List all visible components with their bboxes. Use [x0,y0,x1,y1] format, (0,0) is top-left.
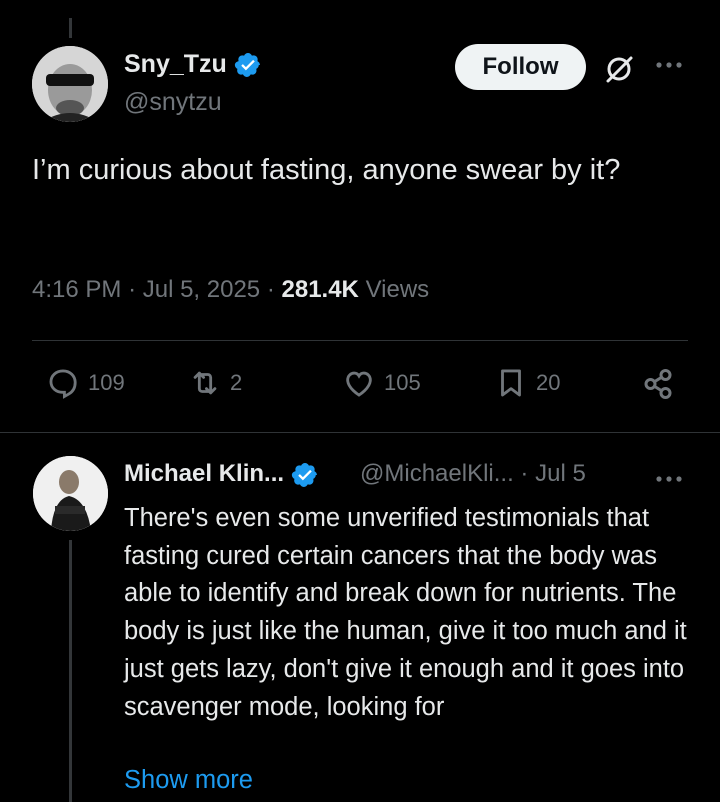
author-avatar[interactable] [32,46,108,122]
like-icon [346,371,372,397]
thread-connector-line [69,540,72,802]
reply-count: 109 [88,370,125,395]
like-button[interactable]: 105 [342,366,421,400]
repost-button[interactable]: 2 [188,366,242,400]
tweet-time[interactable]: 4:16 PM [32,276,121,303]
tweet-text: I’m curious about fasting, anyone swear … [32,154,621,186]
divider [32,340,688,341]
show-more-link[interactable]: Show more [124,766,253,795]
bookmark-icon [501,369,521,397]
repost-count: 2 [230,370,243,395]
reply-text: There's even some unverified testimonial… [124,504,687,721]
thread-connector-line [69,18,72,38]
divider [0,432,720,433]
reply-author-avatar[interactable] [33,456,108,531]
reply-button[interactable]: 109 [46,366,125,400]
share-icon [644,369,672,399]
reply-icon [49,369,77,399]
follow-button[interactable]: Follow [455,44,586,90]
bookmark-count: 20 [536,370,561,395]
grok-icon[interactable] [604,54,634,84]
reply-author-name[interactable]: Michael Klin... [124,460,319,489]
share-button[interactable] [640,366,676,402]
repost-icon [193,371,217,395]
reply-date[interactable]: Jul 5 [535,460,586,487]
views-label: Views [365,276,430,303]
reply-author-handle[interactable]: @MichaelKli... · Jul 5 [360,460,586,488]
author-handle[interactable]: @snytzu [124,88,222,117]
tweet-meta: 4:16 PM · Jul 5, 2025 · 281.4K Views [32,276,430,303]
verified-badge-icon [291,462,317,487]
author-name[interactable]: Sny_Tzu [124,50,262,79]
like-count: 105 [384,370,421,395]
more-icon[interactable] [654,60,684,70]
views-count: 281.4K [281,276,359,303]
tweet-date[interactable]: Jul 5, 2025 [143,276,260,303]
more-icon[interactable] [654,474,684,484]
verified-badge-icon [234,53,260,78]
bookmark-button[interactable]: 20 [494,366,560,400]
